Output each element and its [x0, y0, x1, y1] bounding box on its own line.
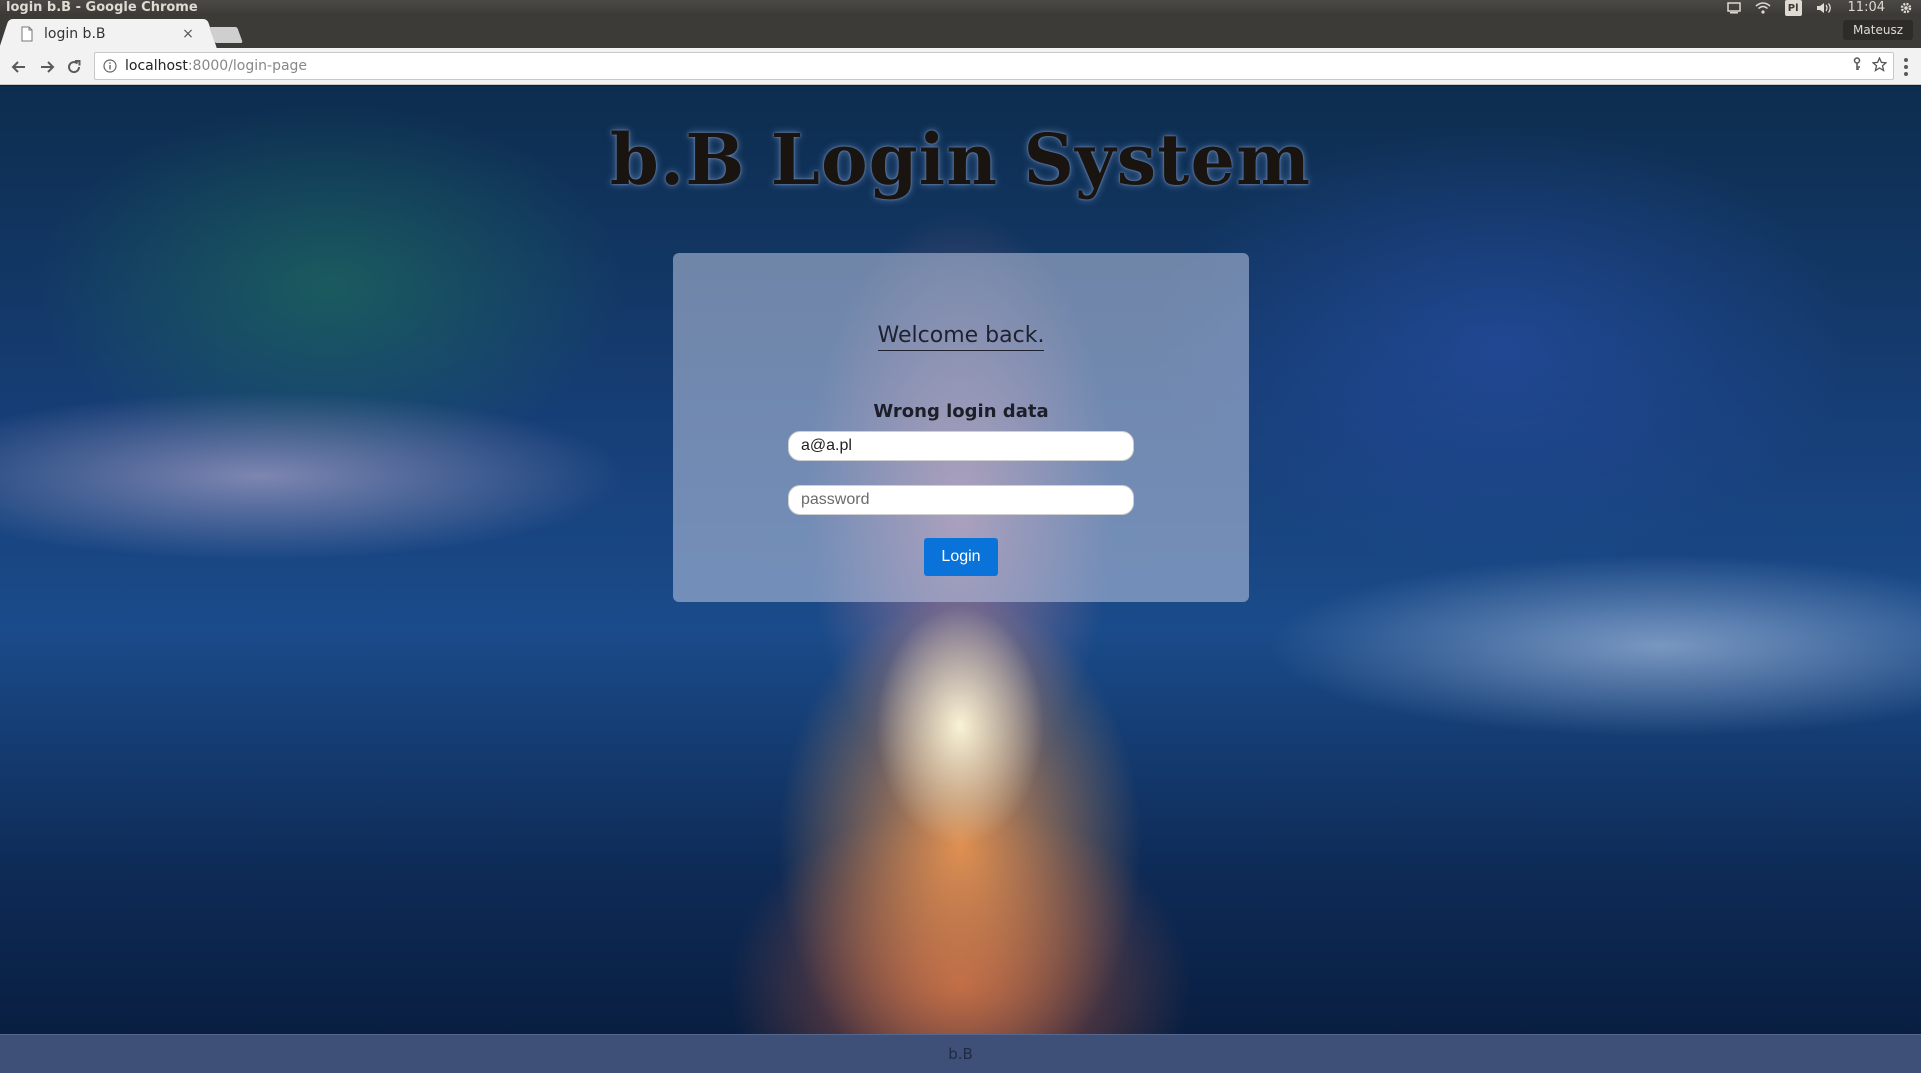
- clock[interactable]: 11:04: [1848, 0, 1885, 16]
- welcome-text: Welcome back.: [877, 323, 1045, 351]
- page-title: b.B Login System: [609, 118, 1312, 201]
- back-icon[interactable]: [8, 56, 30, 78]
- key-icon[interactable]: [1852, 57, 1862, 75]
- password-field[interactable]: [788, 485, 1134, 515]
- close-icon[interactable]: ×: [180, 26, 196, 42]
- browser-tab[interactable]: login b.B ×: [10, 19, 206, 48]
- document-icon: [21, 26, 33, 41]
- tab-strip: login b.B × Mateusz: [0, 16, 1921, 48]
- error-message: Wrong login data: [873, 401, 1049, 422]
- profile-button[interactable]: Mateusz: [1843, 20, 1913, 40]
- network-wired-icon[interactable]: [1727, 0, 1741, 16]
- browser-toolbar: localhost:8000/login-page: [0, 48, 1921, 85]
- url-host: localhost: [125, 58, 188, 74]
- info-icon[interactable]: [103, 59, 117, 73]
- tab-title: login b.B: [44, 25, 106, 42]
- bookmark-star-icon[interactable]: [1871, 55, 1888, 76]
- volume-icon[interactable]: [1816, 0, 1834, 16]
- welcome-heading: Welcome back.: [673, 323, 1249, 351]
- page-footer: b.B: [0, 1034, 1921, 1073]
- url-path: :8000/login-page: [187, 58, 308, 74]
- address-bar[interactable]: localhost:8000/login-page: [94, 52, 1894, 80]
- keyboard-layout-indicator[interactable]: Pl: [1784, 0, 1802, 16]
- new-tab-button[interactable]: [209, 27, 243, 43]
- login-button[interactable]: Login: [924, 538, 998, 576]
- login-card: Welcome back. Wrong login data Login: [673, 253, 1249, 602]
- reload-icon[interactable]: [63, 56, 85, 78]
- system-tray: Pl 11:04: [1727, 0, 1913, 16]
- wifi-icon[interactable]: [1755, 0, 1771, 16]
- window-title: login b.B - Google Chrome: [6, 0, 198, 15]
- forward-icon[interactable]: [36, 56, 58, 78]
- os-top-bar: login b.B - Google Chrome Pl 11:04: [0, 0, 1921, 16]
- chrome-menu-icon[interactable]: [1899, 56, 1913, 78]
- settings-gear-icon[interactable]: [1899, 0, 1913, 16]
- page-viewport: b.B Login System Welcome back. Wrong log…: [0, 86, 1921, 1073]
- email-field[interactable]: [788, 431, 1134, 461]
